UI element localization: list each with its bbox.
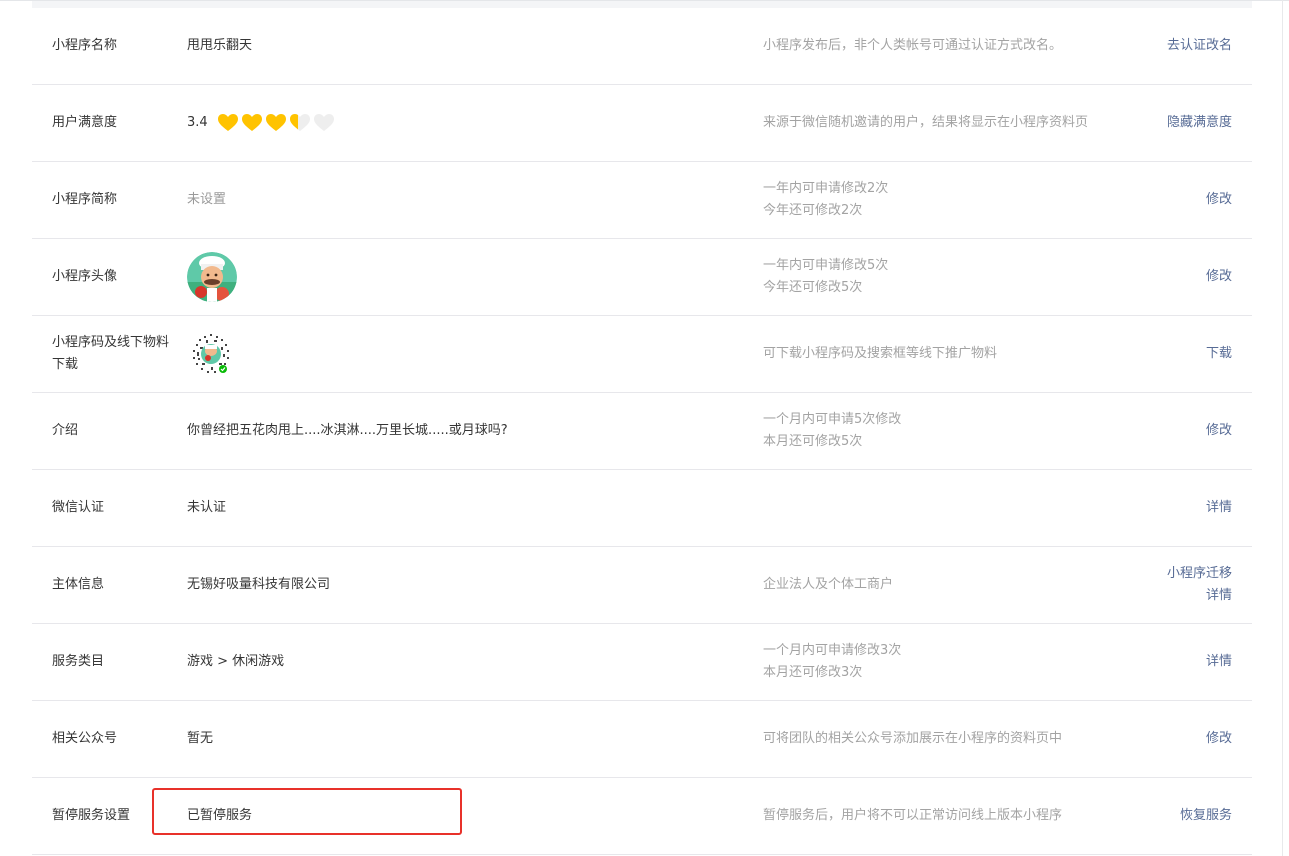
row-desc: 一年内可申请修改2次 今年还可修改2次 [763,181,889,218]
heart-icon [241,114,262,131]
edit-introduction-link[interactable]: 修改 [1206,420,1232,442]
verification-status: 未认证 [187,500,227,515]
row-related-accounts: 相关公众号 暂无 可将团队的相关公众号添加展示在小程序的资料页中 修改 [32,701,1252,778]
row-label: 小程序简称 [52,192,118,207]
related-accounts-value: 暂无 [187,731,214,746]
row-wechat-verification: 微信认证 未认证 详情 [32,470,1252,547]
row-label: 介绍 [52,423,79,438]
migrate-mini-program-link[interactable]: 小程序迁移 [1167,563,1232,585]
mini-program-code-icon [188,331,234,377]
row-service-category: 服务类目 游戏 > 休闲游戏 一个月内可申请修改3次 本月还可修改3次 详情 [32,624,1252,701]
settings-table: 小程序名称 甩甩乐翻天 小程序发布后，非个人类帐号可通过认证方式改名。 去认证改… [32,8,1252,855]
row-label: 微信认证 [52,500,105,515]
row-mini-program-code: 小程序码及线下物料下载 可下载小程序码及搜索框等线下推广物料 下载 [32,316,1252,393]
edit-avatar-link[interactable]: 修改 [1206,266,1232,288]
top-band [32,1,1252,8]
edit-related-accounts-link[interactable]: 修改 [1206,728,1232,750]
row-entity-info: 主体信息 无锡好吸量科技有限公司 企业法人及个体工商户 小程序迁移 详情 [32,547,1252,624]
row-label: 小程序头像 [52,269,118,284]
row-avatar: 小程序头像 一年内可申请修改5次 今年还可修改5次 修改 [32,239,1252,316]
rating-score: 3.4 [187,115,208,130]
partial-heart-icon [289,114,310,131]
edit-short-name-link[interactable]: 修改 [1206,189,1232,211]
service-category-value: 游戏 > 休闲游戏 [187,654,285,669]
download-materials-link[interactable]: 下载 [1206,343,1232,365]
row-desc: 一个月内可申请5次修改 本月还可修改5次 [763,412,902,449]
introduction-value: 你曾经把五花肉甩上....冰淇淋....万里长城.....或月球吗? [187,423,508,438]
short-name-value: 未设置 [187,192,227,207]
service-status-value: 已暂停服务 [187,808,253,823]
entity-name-value: 无锡好吸量科技有限公司 [187,577,331,592]
verification-details-link[interactable]: 详情 [1206,497,1232,519]
row-desc: 可将团队的相关公众号添加展示在小程序的资料页中 [763,731,1063,746]
row-label: 服务类目 [52,654,105,669]
row-mini-program-name: 小程序名称 甩甩乐翻天 小程序发布后，非个人类帐号可通过认证方式改名。 去认证改… [32,8,1252,85]
avatar [187,252,237,302]
row-user-satisfaction: 用户满意度 3.4 来源于微信随机邀请的用户，结果将显示在小程序资料页 隐藏满意… [32,85,1252,162]
row-suspend-service: 暂停服务设置 已暂停服务 暂停服务后，用户将不可以正常访问线上版本小程序 恢复服… [32,778,1252,855]
row-short-name: 小程序简称 未设置 一年内可申请修改2次 今年还可修改2次 修改 [32,162,1252,239]
hide-satisfaction-link[interactable]: 隐藏满意度 [1167,112,1232,134]
row-label: 小程序码及线下物料下载 [52,335,170,372]
entity-actions: 小程序迁移 详情 [1167,563,1232,607]
row-desc: 来源于微信随机邀请的用户，结果将显示在小程序资料页 [763,115,1089,130]
mini-program-name-value: 甩甩乐翻天 [187,38,253,53]
row-label: 相关公众号 [52,731,118,746]
settings-page: 小程序名称 甩甩乐翻天 小程序发布后，非个人类帐号可通过认证方式改名。 去认证改… [0,0,1289,856]
qr-code-value [187,330,235,378]
row-desc: 一个月内可申请修改3次 本月还可修改3次 [763,643,902,680]
row-desc: 暂停服务后，用户将不可以正常访问线上版本小程序 [763,808,1063,823]
avatar-value [187,252,237,302]
heart-icon [265,114,286,131]
heart-icon [217,114,238,131]
row-label: 小程序名称 [52,38,118,53]
verify-rename-link[interactable]: 去认证改名 [1167,35,1232,57]
row-desc: 小程序发布后，非个人类帐号可通过认证方式改名。 [763,38,1063,53]
right-scroll-border [1282,0,1283,856]
resume-service-link[interactable]: 恢复服务 [1180,805,1232,827]
row-desc: 可下载小程序码及搜索框等线下推广物料 [763,346,998,361]
satisfaction-value: 3.4 [187,112,338,134]
entity-details-link[interactable]: 详情 [1167,585,1232,607]
row-desc: 企业法人及个体工商户 [763,577,894,592]
empty-heart-icon [313,114,334,131]
category-details-link[interactable]: 详情 [1206,651,1232,673]
row-desc: 一年内可申请修改5次 今年还可修改5次 [763,258,889,295]
row-label: 暂停服务设置 [52,808,131,823]
row-label: 主体信息 [52,577,105,592]
row-introduction: 介绍 你曾经把五花肉甩上....冰淇淋....万里长城.....或月球吗? 一个… [32,393,1252,470]
rating-hearts [217,114,338,132]
row-label: 用户满意度 [52,115,118,130]
